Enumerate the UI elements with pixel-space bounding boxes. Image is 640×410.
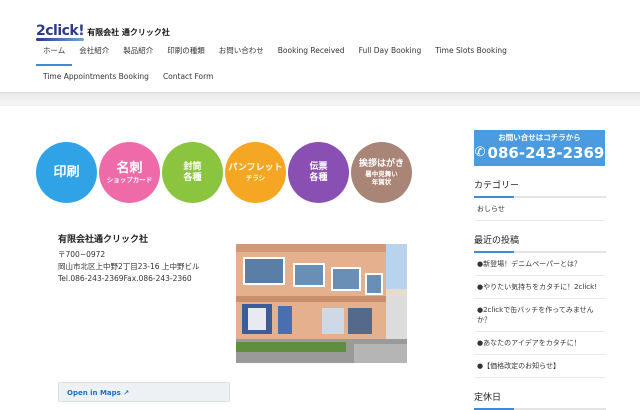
product-circle-label: パンフレット <box>228 163 283 173</box>
site-logo[interactable]: 2click! 有限会社 通クリック社 <box>36 14 170 41</box>
recent-post-item[interactable]: ●2clickで缶バッチを作ってみませんか？ <box>474 299 606 332</box>
nav-item-9[interactable]: Contact Form <box>156 66 220 92</box>
product-circle-4[interactable]: 伝票 各種 <box>288 142 349 203</box>
category-widget-title: カテゴリー <box>474 178 606 198</box>
product-circle-label: 印刷 <box>53 164 80 180</box>
product-circle-label: 封筒 各種 <box>183 161 202 183</box>
company-info: 有限会社通クリック社 〒700−0972 岡山市北区上中野2丁目23-16 上中… <box>58 232 228 285</box>
main-navigation: ホーム 会社紹介 製品紹介 印刷の種類 お問い合わせ Booking Received Fu… <box>36 40 606 92</box>
product-circle-5[interactable]: 挨拶はがき 暑中見舞い 年賀状 <box>351 142 412 203</box>
company-address: 岡山市北区上中野2丁目23-16 上中野ビル <box>58 262 200 271</box>
site-header: 2click! 有限会社 通クリック社 ホーム 会社紹介 製品紹介 印刷の種類 お問い合… <box>0 0 640 92</box>
company-zip: 〒700−0972 <box>58 250 106 259</box>
sidebar: お問い合せはコチラから ✆ 086-243-2369 カテゴリー おしらせ 最近… <box>474 130 606 410</box>
product-circles: 印刷 名刺 ショップカード 封筒 各種 パンフレット チラシ 伝票 各種 挨拶はがき 暑中見舞い… <box>36 142 412 204</box>
contact-banner-caption: お問い合せはコチラから <box>498 133 581 142</box>
google-map-embed[interactable]: Open in Maps ↗ <box>58 382 230 402</box>
nav-item-4[interactable]: お問い合わせ <box>212 40 271 66</box>
recent-post-item[interactable]: ●【価格改定のお知らせ】 <box>474 355 606 378</box>
product-circle-2[interactable]: 封筒 各種 <box>162 142 223 203</box>
logo-company-name: 有限会社 通クリック社 <box>87 28 170 37</box>
office-building-photo <box>236 244 407 363</box>
nav-item-2[interactable]: 製品紹介 <box>116 40 160 66</box>
nav-item-7[interactable]: Time Slots Booking <box>428 40 514 66</box>
holiday-widget-title: 定休日 <box>474 390 606 410</box>
open-in-maps-link[interactable]: Open in Maps ↗ <box>67 389 129 397</box>
nav-item-0[interactable]: ホーム <box>36 40 73 66</box>
product-circle-label: 伝票 各種 <box>309 161 328 183</box>
building-illustration <box>236 244 407 363</box>
product-circle-1[interactable]: 名刺 ショップカード <box>99 142 160 203</box>
nav-item-1[interactable]: 会社紹介 <box>72 40 116 66</box>
product-circle-label: 名刺 <box>116 160 143 176</box>
nav-item-5[interactable]: Booking Received <box>271 40 352 66</box>
nav-item-3[interactable]: 印刷の種類 <box>160 40 212 66</box>
product-circle-0[interactable]: 印刷 <box>36 142 97 203</box>
category-item[interactable]: おしらせ <box>474 198 606 221</box>
product-circle-sublabel: チラシ <box>245 174 266 182</box>
contact-phone-number: 086-243-2369 <box>487 144 605 162</box>
company-name: 有限会社通クリック社 <box>58 235 149 245</box>
recent-post-item[interactable]: ●新登場！デニムペーパーとは？ <box>474 253 606 276</box>
header-divider-band <box>0 92 640 106</box>
contact-phone: ✆ 086-243-2369 <box>474 143 605 163</box>
logo-mark: 2click! <box>36 23 85 41</box>
recent-posts-widget-title: 最近の投稿 <box>474 233 606 253</box>
nav-item-8[interactable]: Time Appointments Booking <box>36 66 156 92</box>
recent-post-item[interactable]: ●やりたい気持ちをカタチに！2click! <box>474 276 606 299</box>
phone-icon: ✆ <box>474 145 486 160</box>
recent-post-item[interactable]: ●あなたのアイデアをカタチに！ <box>474 332 606 355</box>
product-circle-sublabel: ショップカード <box>106 175 153 184</box>
product-circle-3[interactable]: パンフレット チラシ <box>225 142 286 203</box>
company-tel-fax: Tel.086-243-2369Fax.086-243-2360 <box>58 274 192 283</box>
contact-banner[interactable]: お問い合せはコチラから ✆ 086-243-2369 <box>474 130 605 166</box>
external-link-icon: ↗ <box>123 389 130 397</box>
product-circle-label: 挨拶はがき <box>358 159 404 169</box>
nav-item-6[interactable]: Full Day Booking <box>352 40 429 66</box>
product-circle-sublabel: 暑中見舞い 年賀状 <box>365 170 398 186</box>
